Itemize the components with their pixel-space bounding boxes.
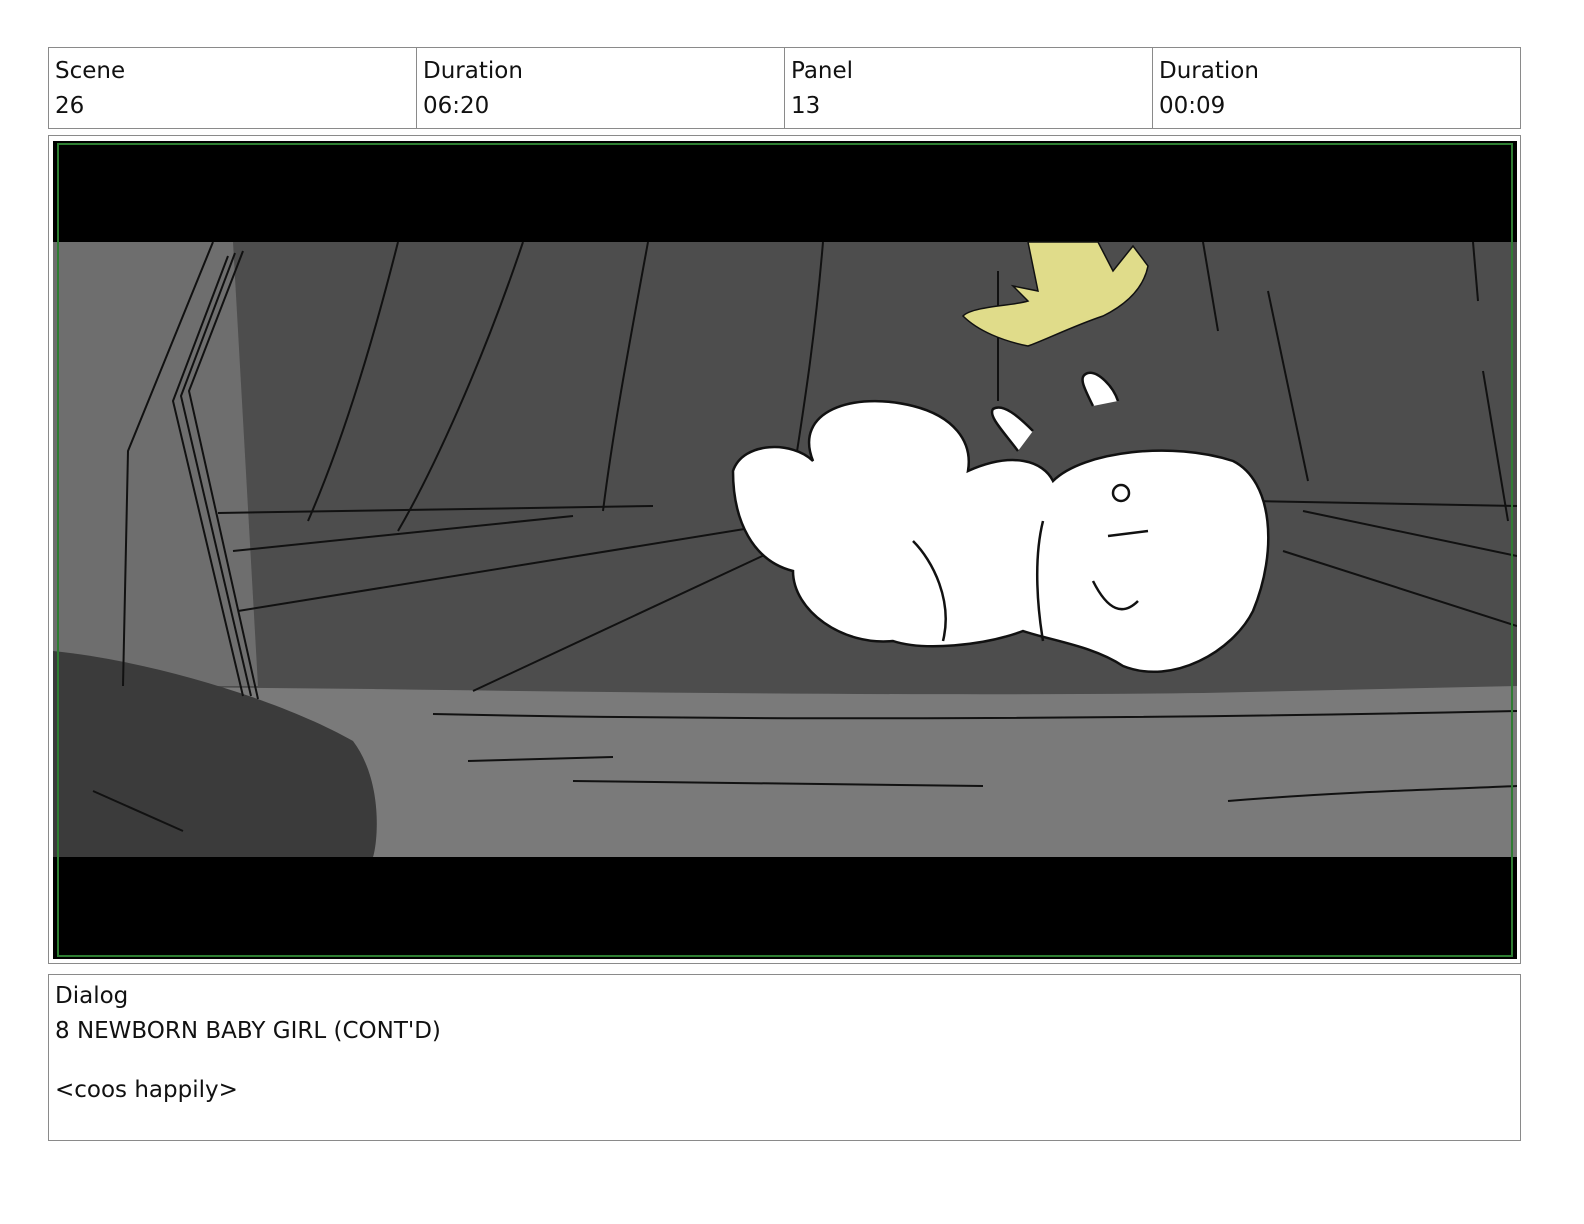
dialog-character: 8 NEWBORN BABY GIRL (CONT'D) bbox=[55, 1018, 441, 1044]
dialog-spacer bbox=[55, 1049, 1514, 1073]
storyboard-panel-image bbox=[53, 141, 1517, 959]
dialog-line-text: <coos happily> bbox=[55, 1077, 238, 1103]
scene-duration-cell: Duration 06:20 bbox=[417, 48, 785, 128]
scene-label: Scene bbox=[55, 58, 126, 84]
dialog-box: Dialog 8 NEWBORN BABY GIRL (CONT'D) <coo… bbox=[48, 974, 1521, 1141]
scene-duration-value: 06:20 bbox=[423, 93, 490, 119]
panel-value: 13 bbox=[791, 93, 821, 119]
panel-info-header: Scene 26 Duration 06:20 Panel 13 Duratio… bbox=[48, 47, 1521, 129]
storyboard-panel-frame bbox=[48, 135, 1521, 964]
panel-cell: Panel 13 bbox=[785, 48, 1153, 128]
doorframe-light bbox=[53, 242, 258, 686]
dialog-label: Dialog bbox=[55, 983, 129, 1009]
scene-duration-label: Duration bbox=[423, 58, 523, 84]
panel-label: Panel bbox=[791, 58, 854, 84]
panel-sketch bbox=[53, 141, 1517, 959]
scene-cell: Scene 26 bbox=[49, 48, 417, 128]
panel-duration-label: Duration bbox=[1159, 58, 1259, 84]
panel-duration-value: 00:09 bbox=[1159, 93, 1226, 119]
panel-duration-cell: Duration 00:09 bbox=[1153, 48, 1520, 128]
scene-value: 26 bbox=[55, 93, 85, 119]
